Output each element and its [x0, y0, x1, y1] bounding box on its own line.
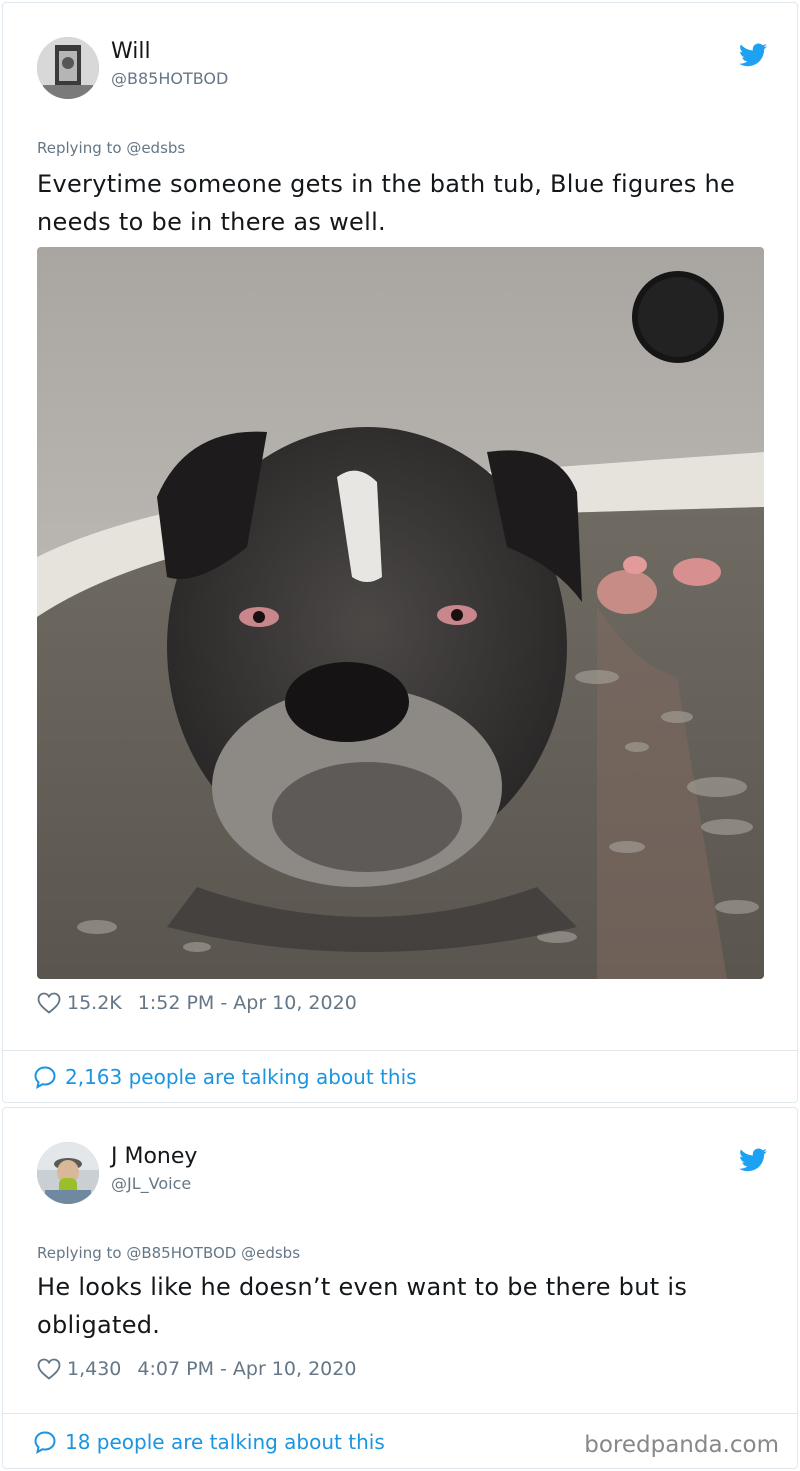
divider — [3, 1050, 797, 1051]
watermark: boredpanda.com — [584, 1432, 779, 1458]
tweet-card-2: J Money @JL_Voice Replying to @B85HOTBOD… — [2, 1107, 798, 1469]
avatar-will[interactable] — [37, 37, 99, 99]
author-name[interactable]: Will — [111, 39, 151, 64]
talking-text[interactable]: 2,163 people are talking about this — [65, 1065, 417, 1089]
heart-icon[interactable] — [37, 1358, 61, 1380]
divider — [3, 1413, 797, 1414]
talking-link[interactable]: 2,163 people are talking about this — [33, 1065, 417, 1089]
talking-link[interactable]: 18 people are talking about this — [33, 1430, 385, 1454]
author-name[interactable]: J Money — [111, 1144, 197, 1169]
avatar-j-money[interactable] — [37, 1142, 99, 1204]
like-count[interactable]: 15.2K — [67, 992, 122, 1014]
twitter-bird-icon[interactable] — [739, 1148, 767, 1172]
replying-to[interactable]: Replying to @B85HOTBOD @edsbs — [37, 1244, 300, 1262]
talking-text[interactable]: 18 people are talking about this — [65, 1430, 385, 1454]
tweet-text: Everytime someone gets in the bath tub, … — [37, 170, 736, 236]
timestamp[interactable]: 1:52 PM - Apr 10, 2020 — [138, 992, 357, 1014]
tweet-text: He looks like he doesn’t even want to be… — [37, 1273, 688, 1339]
twitter-bird-icon[interactable] — [739, 43, 767, 67]
like-count[interactable]: 1,430 — [67, 1358, 121, 1380]
tweet-meta: 15.2K 1:52 PM - Apr 10, 2020 — [37, 992, 357, 1014]
replying-to[interactable]: Replying to @edsbs — [37, 139, 185, 157]
tweet-meta: 1,430 4:07 PM - Apr 10, 2020 — [37, 1358, 356, 1380]
speech-bubble-icon — [34, 1431, 56, 1454]
tweet-card-1: Will @B85HOTBOD Replying to @edsbs Every… — [2, 2, 798, 1103]
timestamp[interactable]: 4:07 PM - Apr 10, 2020 — [137, 1358, 356, 1380]
author-handle[interactable]: @JL_Voice — [111, 1174, 191, 1193]
tweet-photo-dog-in-bathtub[interactable] — [37, 247, 764, 979]
author-handle[interactable]: @B85HOTBOD — [111, 69, 228, 88]
heart-icon[interactable] — [37, 992, 61, 1014]
speech-bubble-icon — [34, 1066, 56, 1089]
